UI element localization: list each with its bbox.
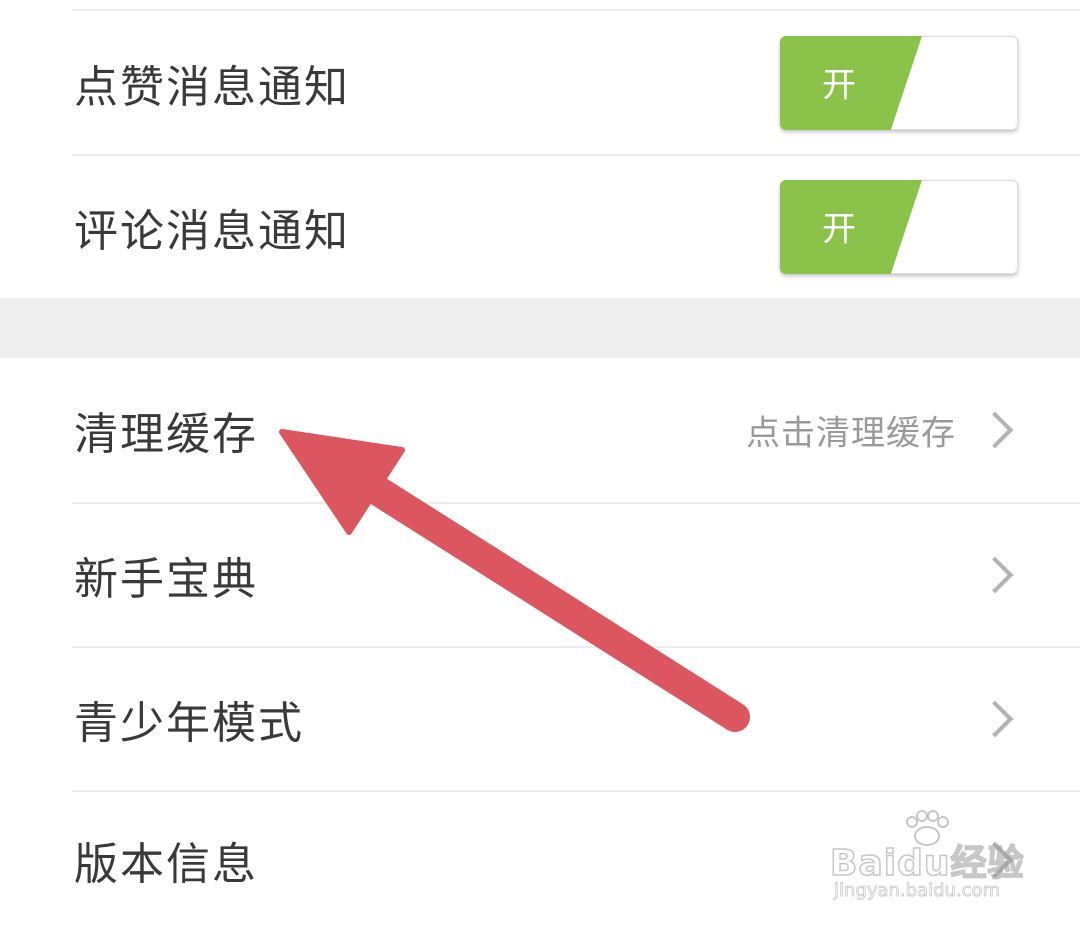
clear-cache-row[interactable]: 清理缓存 点击清理缓存: [0, 358, 1080, 502]
chevron-right-icon: [976, 556, 1014, 594]
section-separator: [0, 298, 1080, 358]
like-notification-toggle[interactable]: 开: [780, 36, 1018, 130]
like-notification-label: 点赞消息通知: [74, 61, 350, 113]
chevron-right-icon: [976, 700, 1014, 738]
watermark: Baidu经验 jingyan.baidu.com: [829, 810, 1030, 912]
clear-cache-label: 清理缓存: [74, 409, 258, 460]
comment-notification-toggle[interactable]: 开: [780, 180, 1018, 274]
comment-notification-row: 评论消息通知 开: [0, 156, 1080, 298]
beginner-guide-row[interactable]: 新手宝典: [0, 504, 1080, 646]
comment-notification-label: 评论消息通知: [74, 206, 350, 257]
youth-mode-label: 青少年模式: [74, 698, 304, 749]
like-notification-row: 点赞消息通知 开: [0, 11, 1080, 154]
toggle-on-text: 开: [822, 65, 856, 106]
settings-screen: 点赞消息通知 开 评论消息通知 开 清理缓存 点击清理缓存 新手宝典 青少年模式…: [0, 0, 1080, 928]
watermark-url: jingyan.baidu.com: [834, 880, 1001, 902]
beginner-guide-label: 新手宝典: [74, 554, 258, 605]
toggle-on-text: 开: [822, 209, 856, 250]
youth-mode-row[interactable]: 青少年模式: [0, 648, 1080, 790]
chevron-right-icon: [976, 411, 1014, 449]
watermark-brand: Baidu经验: [829, 842, 1025, 885]
clear-cache-hint: 点击清理缓存: [746, 413, 956, 454]
version-info-label: 版本信息: [74, 839, 258, 890]
